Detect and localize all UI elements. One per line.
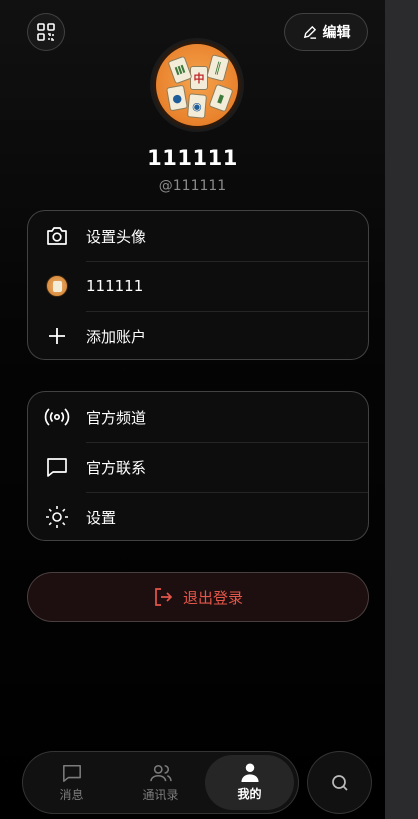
mahjong-tile: 中 <box>190 66 208 90</box>
tab-me-label: 我的 <box>237 787 262 801</box>
mahjong-tile: ● <box>166 84 188 112</box>
official-channel-label: 官方频道 <box>86 408 147 427</box>
menu-card: 官方频道 官方联系 设置 <box>27 391 369 541</box>
mahjong-tile: ▮ <box>208 83 234 113</box>
app-screen: 编辑 中 Ⅲ ║ ● ▮ ◉ 111111 @111111 设置头像 11111… <box>0 0 385 819</box>
qr-code-icon <box>37 23 55 41</box>
tab-messages[interactable]: 消息 <box>27 755 116 810</box>
account-card: 设置头像 111111 添加账户 <box>27 210 369 360</box>
official-contact-item[interactable]: 官方联系 <box>28 442 368 492</box>
bottom-tab-bar: 消息 通讯录 我的 <box>22 751 299 814</box>
logout-label: 退出登录 <box>182 588 243 607</box>
tab-me[interactable]: 我的 <box>205 755 294 810</box>
add-account-item[interactable]: 添加账户 <box>28 311 368 359</box>
background-strip <box>385 0 418 819</box>
edit-label: 编辑 <box>322 25 351 41</box>
qr-code-button[interactable] <box>27 13 65 51</box>
official-contact-label: 官方联系 <box>86 458 147 477</box>
profile-handle: @111111 <box>158 178 227 194</box>
tab-contacts-label: 通讯录 <box>142 787 179 802</box>
broadcast-icon <box>28 406 86 428</box>
mahjong-avatar-image: 中 Ⅲ ║ ● ▮ ◉ <box>153 41 241 129</box>
message-icon <box>28 456 86 478</box>
profile-avatar[interactable]: 中 Ⅲ ║ ● ▮ ◉ <box>150 38 244 132</box>
set-avatar-label: 设置头像 <box>86 227 147 246</box>
tab-contacts[interactable]: 通讯录 <box>116 755 205 810</box>
user-icon <box>240 763 259 782</box>
contacts-icon <box>149 764 172 781</box>
profile-name: 111111 <box>147 146 238 170</box>
account-name-label: 111111 <box>86 277 144 295</box>
edit-button[interactable]: 编辑 <box>284 13 368 51</box>
logout-button[interactable]: 退出登录 <box>27 572 369 622</box>
logout-icon <box>155 588 173 606</box>
plus-icon <box>28 326 86 346</box>
pencil-icon <box>303 25 316 39</box>
account-item-current[interactable]: 111111 <box>28 261 368 311</box>
tab-messages-label: 消息 <box>59 787 84 802</box>
search-button[interactable] <box>307 751 372 814</box>
mahjong-tile: ║ <box>206 54 230 82</box>
message-icon <box>62 764 81 782</box>
set-avatar-item[interactable]: 设置头像 <box>28 211 368 261</box>
official-channel-item[interactable]: 官方频道 <box>28 392 368 442</box>
sun-icon <box>28 505 86 529</box>
settings-label: 设置 <box>86 508 117 527</box>
add-account-label: 添加账户 <box>86 327 147 346</box>
camera-icon <box>28 225 86 247</box>
settings-item[interactable]: 设置 <box>28 492 368 540</box>
avatar <box>46 275 68 297</box>
mahjong-tile: Ⅲ <box>167 55 193 85</box>
search-icon <box>331 774 348 791</box>
mahjong-tile: ◉ <box>186 93 208 119</box>
